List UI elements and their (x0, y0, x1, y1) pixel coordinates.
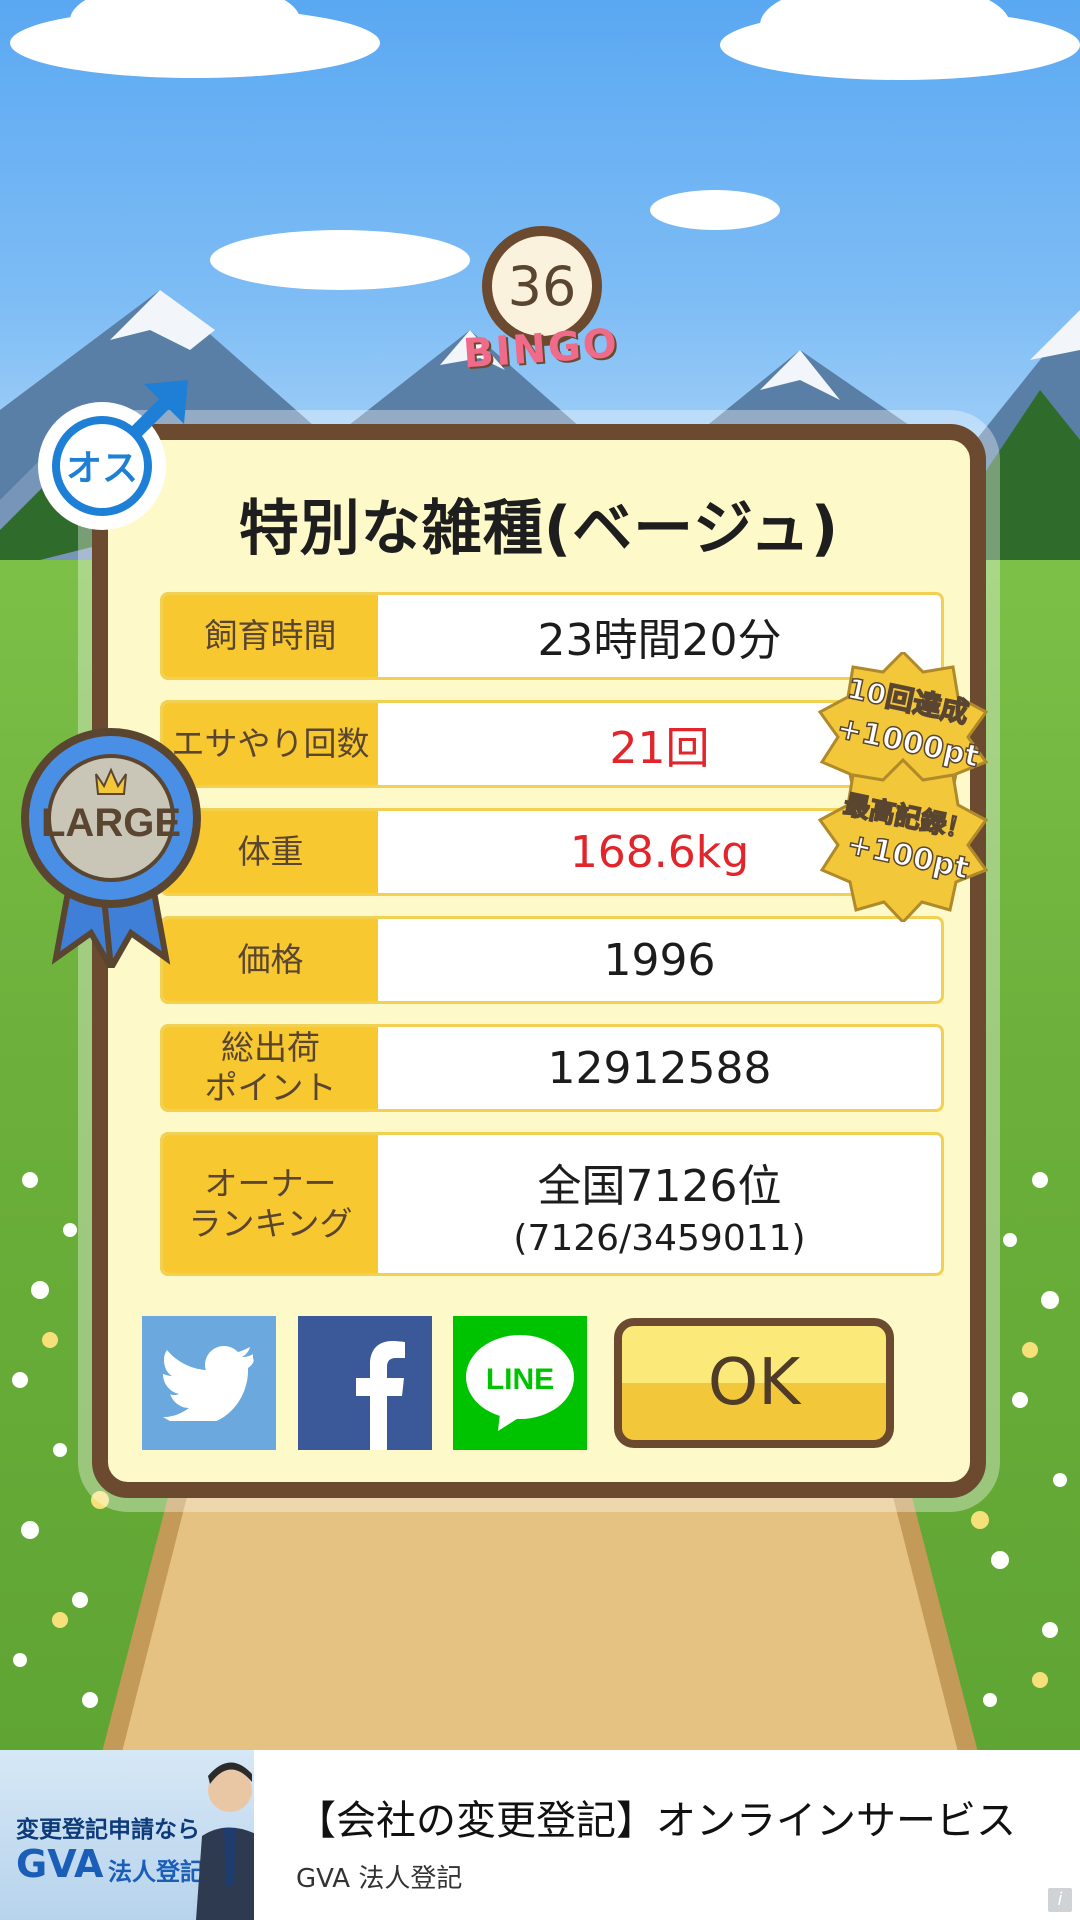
ad-image-brand-sub: 法人登記 (108, 1858, 204, 1886)
stat-label: オーナー ランキング (163, 1135, 378, 1273)
ad-image[interactable]: 変更登記申請なら GVA 法人登記 (0, 1750, 254, 1920)
line-label: LINE (486, 1363, 554, 1396)
result-dialog: 特別な雑種(ベージュ) 飼育時間 23時間20分 エサやり回数 21回 体重 1… (92, 424, 986, 1498)
gender-label: オス (66, 448, 138, 489)
stat-label: 総出荷 ポイント (163, 1027, 378, 1109)
ok-button[interactable]: OK (614, 1318, 894, 1448)
facebook-share-button[interactable] (298, 1316, 432, 1450)
star-badge-icon: 10回達成 +1000pt 最高記録！ +100pt (818, 652, 988, 922)
line-share-button[interactable]: LINE (453, 1316, 587, 1450)
male-symbol-icon: オス (38, 380, 188, 530)
stat-row-price: 価格 1996 (160, 916, 944, 1004)
ad-image-brand: GVA (16, 1842, 104, 1886)
ad-person-image (196, 1762, 254, 1920)
twitter-icon (163, 1346, 254, 1421)
stat-value-ranking: 全国7126位 (7126/3459011) (378, 1135, 941, 1273)
bingo-badge: 36 BINGO (452, 226, 630, 386)
bingo-label: BINGO (461, 320, 621, 378)
ad-image-caption: 変更登記申請なら (16, 1817, 200, 1843)
twitter-share-button[interactable] (142, 1316, 276, 1450)
ad-title[interactable]: 【会社の変更登記】オンラインサービス (296, 1788, 1016, 1846)
ad-banner[interactable]: 変更登記申請なら GVA 法人登記 【会社の変更登記】オンラインサービス GVA… (0, 1750, 1080, 1920)
ad-advertiser: GVA 法人登記 (296, 1864, 463, 1894)
stat-label: 飼育時間 (163, 595, 378, 677)
line-icon: LINE (466, 1335, 574, 1431)
stat-row-total-points: 総出荷 ポイント 12912588 (160, 1024, 944, 1112)
ranking-value: 全国7126位 (537, 1160, 782, 1212)
page-title: 特別な雑種(ベージュ) (238, 494, 840, 564)
size-award-label: LARGE (41, 801, 181, 845)
stat-row-owner-ranking: オーナー ランキング 全国7126位 (7126/3459011) (160, 1132, 944, 1276)
info-icon[interactable]: i (1048, 1888, 1072, 1912)
facebook-icon (356, 1341, 405, 1450)
ranking-detail: (7126/3459011) (513, 1217, 806, 1259)
stat-value: 12912588 (547, 1042, 772, 1094)
ribbon-award-icon: LARGE (21, 728, 201, 968)
stat-value: 1996 (603, 934, 716, 986)
